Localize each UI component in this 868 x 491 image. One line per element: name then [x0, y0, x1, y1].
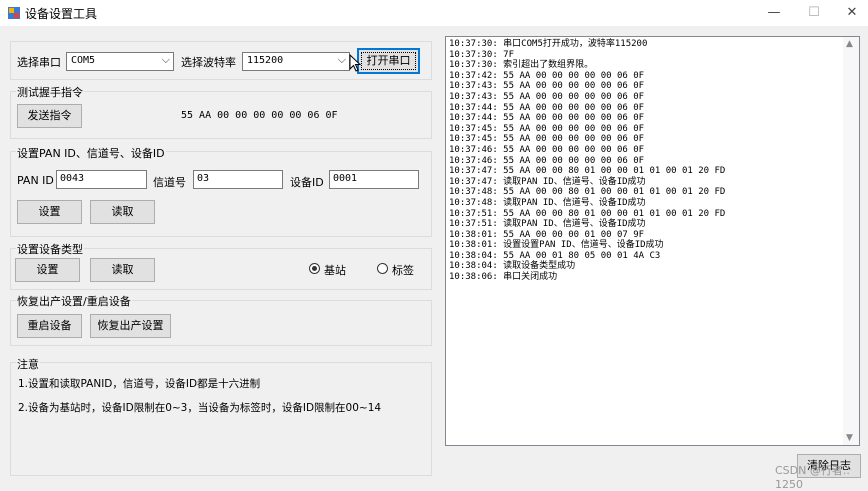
chevron-down-icon: ⌵ — [161, 53, 170, 66]
devtype-read-button[interactable]: 读取 — [90, 258, 155, 282]
log-line: 10:37:42: 55 AA 00 00 00 00 00 06 0F — [449, 70, 645, 81]
radio-tag-label: 标签 — [392, 264, 414, 277]
baud-select[interactable]: 115200 ⌵ — [242, 52, 350, 71]
log-line: 10:37:30: 7F — [449, 49, 515, 60]
note-line-2: 2.设备为基站时，设备ID限制在0~3，当设备为标签时，设备ID限制在00~14 — [18, 402, 382, 414]
log-line: 10:37:48: 读取PAN ID、信道号、设备ID成功 — [449, 197, 646, 208]
log-line: 10:37:44: 55 AA 00 00 00 00 00 06 0F — [449, 102, 645, 113]
devtype-set-button[interactable]: 设置 — [15, 258, 80, 282]
baud-value: 115200 — [247, 55, 284, 66]
log-line: 10:37:48: 55 AA 00 00 80 01 00 00 01 01 … — [449, 187, 726, 198]
log-lines: 10:37:30: 串口COM5打开成功，波特率115200 10:37:30: … — [449, 39, 725, 283]
port-value: COM5 — [71, 55, 96, 66]
log-line: 10:37:45: 55 AA 00 00 00 00 00 06 0F — [449, 123, 645, 134]
window-title: 设备设置工具 — [25, 7, 98, 21]
port-select[interactable]: COM5 ⌵ — [66, 52, 174, 71]
log-line: 10:38:01: 设置设置PAN ID、信道号、设备ID成功 — [449, 240, 664, 251]
log-line: 10:37:51: 55 AA 00 00 80 01 00 00 01 01 … — [449, 208, 726, 219]
close-button[interactable]: ✕ — [830, 0, 868, 26]
log-line: 10:38:04: 读取设备类型成功 — [449, 261, 576, 272]
log-line: 10:37:44: 55 AA 00 00 00 00 00 06 0F — [449, 113, 645, 124]
channel-label: 信道号 — [153, 176, 186, 189]
pan-id-label: PAN ID — [17, 174, 54, 187]
minimize-button[interactable]: — — [752, 0, 796, 26]
reset-group-label: 恢复出产设置/重启设备 — [16, 293, 132, 309]
chevron-down-icon: ⌵ — [337, 53, 346, 66]
pan-group-label: 设置PAN ID、信道号、设备ID — [16, 145, 166, 161]
device-id-label: 设备ID — [290, 176, 324, 189]
open-port-button[interactable]: 打开串口 — [357, 48, 420, 74]
send-command-button[interactable]: 发送指令 — [17, 104, 82, 128]
scroll-up-icon[interactable]: ▲ — [846, 39, 853, 49]
port-label: 选择串口 — [17, 56, 61, 69]
restart-device-button[interactable]: 重启设备 — [17, 314, 82, 338]
handshake-group-label: 测试握手指令 — [16, 84, 84, 100]
command-text: 55 AA 00 00 00 00 00 06 0F — [181, 110, 338, 121]
app-icon — [8, 7, 20, 19]
log-line: 10:37:46: 55 AA 00 00 00 00 00 06 0F — [449, 155, 645, 166]
log-line: 10:37:45: 55 AA 00 00 00 00 00 06 0F — [449, 134, 645, 145]
log-line: 10:38:06: 串口关闭成功 — [449, 272, 558, 283]
mouse-cursor-icon — [349, 54, 361, 72]
pan-panel — [10, 151, 432, 237]
scroll-down-icon[interactable]: ▼ — [846, 433, 853, 443]
log-line: 10:37:30: 串口COM5打开成功，波特率115200 — [449, 39, 648, 49]
log-line: 10:37:43: 55 AA 00 00 00 00 00 06 0F — [449, 91, 645, 102]
log-line: 10:37:43: 55 AA 00 00 00 00 00 06 0F — [449, 81, 645, 92]
device-id-field[interactable]: 0001 — [329, 170, 419, 189]
devtype-group-label: 设置设备类型 — [16, 241, 84, 257]
baud-label: 选择波特率 — [181, 56, 236, 69]
title-bar: 设备设置工具 — ☐ ✕ — [0, 0, 868, 26]
log-line: 10:37:47: 55 AA 00 00 80 01 00 00 01 01 … — [449, 166, 726, 177]
log-line: 10:37:46: 55 AA 00 00 00 00 00 06 0F — [449, 144, 645, 155]
log-scrollbar[interactable]: ▲ ▼ — [843, 37, 859, 445]
notes-group-label: 注意 — [16, 356, 40, 372]
radio-base-station[interactable] — [309, 263, 320, 274]
pan-set-button[interactable]: 设置 — [17, 200, 82, 224]
note-line-1: 1.设置和读取PANID，信道号，设备ID都是十六进制 — [18, 378, 261, 390]
pan-read-button[interactable]: 读取 — [90, 200, 155, 224]
radio-base-label: 基站 — [324, 264, 346, 277]
log-line: 10:38:04: 55 AA 00 01 80 05 00 01 4A C3 — [449, 250, 661, 261]
channel-field[interactable]: 03 — [193, 170, 283, 189]
log-line: 10:38:01: 55 AA 00 00 00 01 00 07 9F — [449, 229, 645, 240]
factory-reset-button[interactable]: 恢复出产设置 — [90, 314, 171, 338]
log-line: 10:37:47: 读取PAN ID、信道号、设备ID成功 — [449, 176, 646, 187]
log-line: 10:37:51: 读取PAN ID、信道号、设备ID成功 — [449, 219, 646, 230]
log-line: 10:37:30: 索引超出了数组界限。 — [449, 60, 594, 71]
pan-id-field[interactable]: 0043 — [56, 170, 147, 189]
radio-tag[interactable] — [377, 263, 388, 274]
watermark-text: CSDN @行者.. 1250 — [775, 464, 850, 491]
log-textbox[interactable]: 10:37:30: 串口COM5打开成功，波特率115200 10:37:30: … — [445, 36, 860, 446]
